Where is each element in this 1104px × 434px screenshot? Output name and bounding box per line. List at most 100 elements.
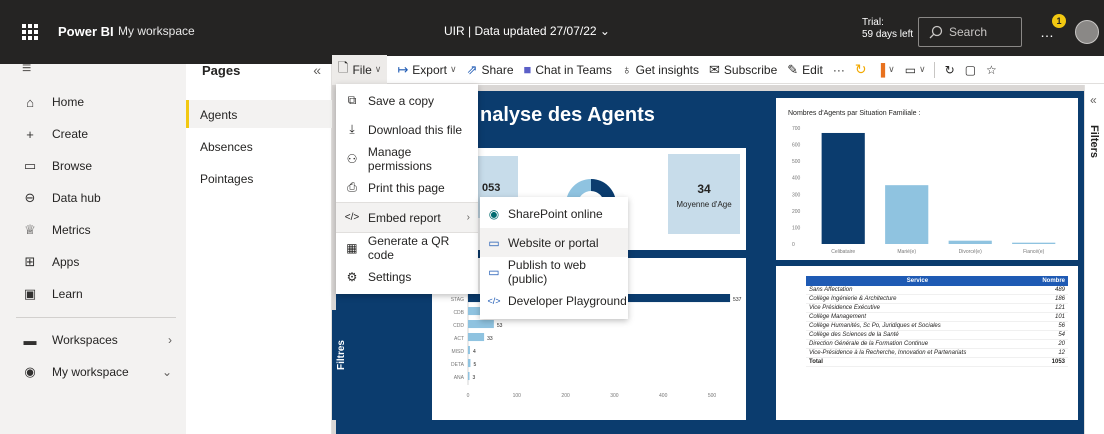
refresh-icon[interactable]: ↻ — [945, 63, 955, 77]
x-tick-label: Celibataire — [831, 249, 855, 255]
more-options-button[interactable]: ··· — [833, 63, 845, 77]
nav-browse[interactable]: ▭ Browse — [0, 152, 186, 180]
chevron-right-icon: › — [168, 333, 172, 347]
table-row[interactable]: Collège des Sciences de la Santé 54 — [806, 330, 1068, 340]
page-tab-pointages[interactable]: Pointages — [186, 164, 332, 192]
x-tick-label: 200 — [561, 393, 570, 399]
bar — [948, 240, 992, 244]
submenu-developer-playground[interactable]: </> Developer Playground — [480, 286, 628, 315]
workspace-breadcrumb[interactable]: My workspace — [118, 24, 195, 38]
trial-status[interactable]: Trial: 59 days left — [862, 17, 913, 41]
table-header-service[interactable]: Service — [806, 276, 1029, 286]
export-icon: ↦ — [397, 61, 409, 77]
table-row[interactable]: Direction Générale de la Formation Conti… — [806, 339, 1068, 349]
nav-data-hub[interactable]: ⊖ Data hub — [0, 184, 186, 212]
comment-icon[interactable]: ▢ — [965, 63, 976, 77]
table-row[interactable]: Collège Ingénierie & Architecture 186 — [806, 294, 1068, 304]
nav-home[interactable]: ⌂ Home — [0, 88, 186, 116]
search-input[interactable]: Search — [918, 17, 1022, 47]
service-table-card[interactable]: Service Nombre Sans Affectation 489 Collèg… — [776, 266, 1078, 420]
table-cell-nombre: 489 — [1028, 286, 1068, 295]
collapse-pages-icon[interactable]: « — [313, 62, 321, 78]
trophy-icon: ♕ — [24, 222, 36, 237]
report-title-dropdown[interactable]: UIR | Data updated 27/07/22 ⌄ — [444, 24, 610, 38]
search-icon — [929, 25, 943, 39]
workspaces-icon: ▬ — [23, 332, 37, 348]
book-icon: ▣ — [23, 286, 37, 301]
nav-my-workspace[interactable]: ◉ My workspace ⌄ — [0, 358, 186, 386]
table-row[interactable]: Sans Affectation 489 — [806, 286, 1068, 295]
subscribe-button[interactable]: ✉ Subscribe — [709, 62, 777, 78]
get-insights-button[interactable]: ♁ Get insights — [622, 62, 699, 77]
page-tab-agents[interactable]: Agents — [186, 100, 332, 128]
trial-days: 59 days left — [862, 29, 914, 40]
report-toolbar: 🗋 File ∨ ↦ Export ∨ ⇗ Share ■ Chat in Teams ♁ G… — [332, 54, 1104, 85]
lightbulb-icon: ♁ — [621, 62, 632, 77]
family-status-chart: 0 100 200 300 400 500 600 700 Celibataire Marié(e… — [792, 126, 1056, 255]
menu-item-label: Manage permissions — [367, 144, 432, 173]
pages-pane: Pages « Agents Absences Pointages — [186, 62, 332, 434]
chat-in-teams-button[interactable]: ■ Chat in Teams — [524, 62, 612, 77]
notifications-button[interactable]: … 1 — [1040, 14, 1066, 40]
menu-generate-qr[interactable]: ▦ Generate a QR code — [336, 233, 478, 262]
reset-icon[interactable]: ↻ — [855, 61, 867, 78]
favorite-icon[interactable]: ☆ — [986, 63, 997, 77]
nav-label: Create — [52, 127, 89, 141]
share-label: Share — [481, 62, 514, 77]
table-row[interactable]: Collège Management 101 — [806, 312, 1068, 322]
brand-label[interactable]: Power BI — [58, 24, 114, 39]
filters-pane[interactable]: « Filters — [1084, 85, 1104, 434]
submenu-sharepoint[interactable]: ◉ SharePoint online — [480, 199, 628, 228]
view-icon[interactable]: ▭ ∨ — [905, 63, 926, 77]
y-tick-label: ACT — [454, 336, 464, 342]
table-cell-nombre: 54 — [1028, 330, 1068, 340]
menu-save-copy[interactable]: ⧉ Save a copy — [336, 86, 478, 115]
nav-label: Apps — [52, 255, 80, 269]
table-header-nombre[interactable]: Nombre — [1028, 276, 1068, 286]
report-filtres-tab[interactable]: Filtres — [332, 310, 352, 420]
table-row[interactable]: Vice-Présidence à la Recherche, Innovati… — [806, 348, 1068, 358]
publish-icon: ▭ — [488, 264, 500, 279]
menu-embed-report[interactable]: </> Embed report › — [336, 203, 478, 232]
menu-item-label: Print this page — [368, 180, 445, 195]
page-tab-absences[interactable]: Absences — [186, 132, 332, 160]
kpi-average-age-label: Moyenne d'Age — [676, 200, 732, 209]
family-status-chart-card[interactable]: Nombres d'Agents par Situation Familiale… — [776, 98, 1078, 260]
nav-learn[interactable]: ▣ Learn — [0, 280, 186, 308]
table-cell-nombre: 20 — [1028, 339, 1068, 349]
nav-metrics[interactable]: ♕ Metrics — [0, 216, 186, 244]
menu-manage-permissions[interactable]: ⚇ Manage permissions — [336, 144, 478, 173]
gear-icon: ⚙ — [346, 269, 358, 284]
nav-apps[interactable]: ⊞ Apps — [0, 248, 186, 276]
print-icon: ⎙ — [347, 180, 357, 194]
submenu-website-portal[interactable]: ▭ Website or portal — [480, 228, 628, 257]
share-button[interactable]: ⇗ Share — [467, 62, 514, 78]
bookmark-icon[interactable]: ▐ ∨ — [877, 63, 895, 77]
table-row[interactable]: Collège Humanités, Sc Po, Juridiques et … — [806, 321, 1068, 331]
submenu-publish-web[interactable]: ▭ Publish to web (public) — [480, 257, 628, 286]
hamburger-icon[interactable]: ≡ — [22, 60, 31, 78]
menu-print-page[interactable]: ⎙ Print this page — [336, 173, 478, 202]
menu-settings[interactable]: ⚙ Settings — [336, 262, 478, 291]
export-button[interactable]: ↦ Export ∨ — [397, 62, 456, 78]
account-avatar[interactable] — [1075, 20, 1099, 44]
y-tick-label: 100 — [792, 225, 801, 231]
table-cell-service: Collège Humanités, Sc Po, Juridiques et … — [806, 321, 1029, 331]
website-icon: ▭ — [488, 235, 500, 250]
edit-button[interactable]: ✎ Edit — [787, 62, 823, 78]
family-status-chart-title: Nombres d'Agents par Situation Familiale… — [788, 110, 921, 117]
y-tick-label: CDB — [453, 310, 464, 316]
nav-workspaces[interactable]: ▬ Workspaces › — [0, 326, 186, 354]
y-tick-label: 300 — [792, 192, 801, 198]
collapse-filters-icon[interactable]: « — [1090, 93, 1097, 107]
menu-item-label: Download this file — [368, 122, 463, 137]
chevron-down-icon: ∨ — [449, 64, 457, 74]
file-menu-button[interactable]: 🗋 File ∨ — [332, 54, 388, 85]
menu-download-file[interactable]: ⤓ Download this file — [336, 115, 478, 144]
nav-create[interactable]: + Create — [0, 120, 186, 148]
search-placeholder: Search — [949, 25, 988, 39]
table-row[interactable]: Vice Présidence Exécutive 121 — [806, 303, 1068, 313]
menu-item-label: Generate a QR code — [367, 233, 450, 262]
kpi-average-age[interactable]: 34 Moyenne d'Age — [668, 154, 740, 234]
app-launcher-icon[interactable] — [22, 24, 38, 40]
